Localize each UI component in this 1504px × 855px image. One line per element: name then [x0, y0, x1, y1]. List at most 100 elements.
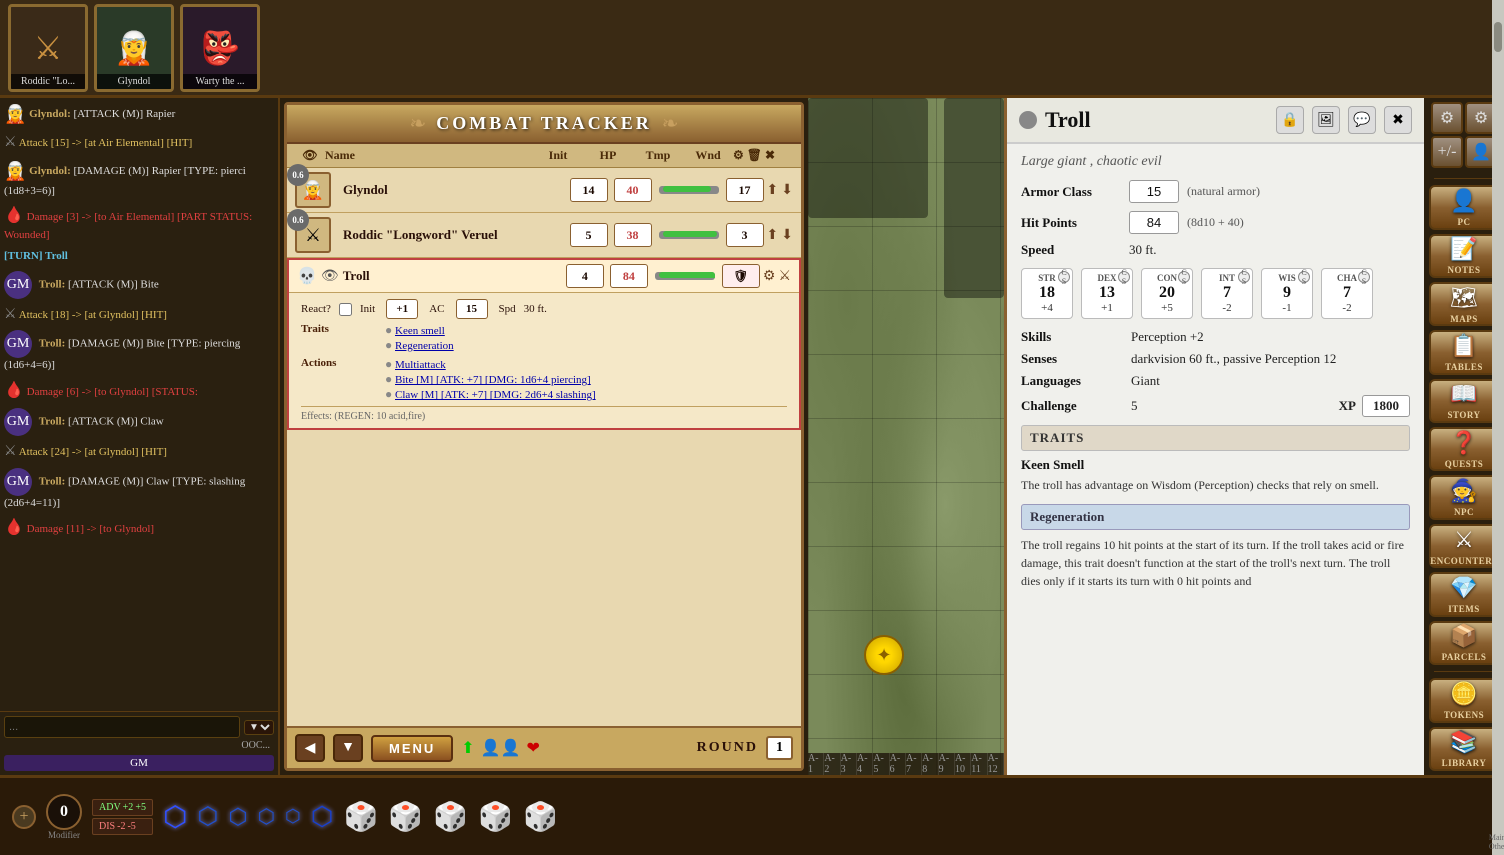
attack-icon[interactable]: ⚔ [778, 268, 791, 285]
add-button[interactable]: + [12, 805, 36, 829]
chat-entry: ⚔ Attack [15] -> [at Air Elemental] [HIT… [4, 133, 274, 153]
sidebar-btn-notes[interactable]: 📝 NOTES [1429, 234, 1499, 278]
combat-tracker: ❧ COMBAT TRACKER ❧ 👁 Name Init HP Tmp Wn… [284, 102, 804, 771]
init-glyndol[interactable]: 14 [570, 178, 608, 202]
regeneration-desc: The troll regains 10 hit points at the s… [1021, 536, 1410, 590]
die-d20[interactable]: ⬡ [163, 800, 187, 834]
trait-regeneration[interactable]: Regeneration [395, 340, 454, 352]
sidebar-btn-maps[interactable]: 🗺 MAPS [1429, 282, 1499, 326]
nav-prev-btn[interactable]: ◀ [295, 734, 325, 762]
story-icon: 📖 [1450, 381, 1477, 407]
battle-map[interactable]: 17 +7 24 2 5 +4 11 🌪 Air Elemental 👹 Tro… [808, 98, 1004, 775]
die-d4[interactable]: ⬡ [311, 802, 334, 832]
wnd-roddic[interactable]: 3 [726, 223, 764, 247]
trait-keen-smell[interactable]: Keen smell [395, 325, 445, 337]
troll-ac-val[interactable]: 15 [456, 299, 488, 319]
chat-input[interactable] [4, 716, 240, 738]
blue-die-3[interactable]: 🎲 [433, 800, 468, 834]
init-troll[interactable]: 4 [566, 264, 604, 288]
str-cs-btn[interactable]: C S [1058, 271, 1070, 283]
menu-button[interactable]: MENU [371, 735, 453, 762]
wnd-troll[interactable]: 🛡 [722, 264, 760, 288]
sidebar-btn-library[interactable]: 📚 LIBRARY [1429, 727, 1499, 771]
move-up-icon[interactable]: ⬆ [767, 182, 779, 199]
wis-cs-btn[interactable]: C S [1298, 271, 1310, 283]
app: ⚔ Roddic "Lo... 🧝 Glyndol 👺 Warty the ..… [0, 0, 1504, 855]
cha-cs-btn[interactable]: C S [1358, 271, 1370, 283]
spd-val: 30 ft. [524, 303, 547, 315]
init-roddic[interactable]: 5 [570, 223, 608, 247]
xp-label: XP [1339, 398, 1356, 414]
sidebar-btn-pc[interactable]: 👤 PC [1429, 185, 1499, 229]
con-cs-btn[interactable]: C S [1178, 271, 1190, 283]
react-checkbox[interactable] [339, 303, 352, 316]
move-down-icon[interactable]: ⬇ [781, 227, 793, 244]
combatant-thumb-roddic[interactable]: ⚔ 0.6 [295, 217, 331, 253]
hp-troll[interactable]: 84 [610, 264, 648, 288]
char-name-glyndol: Glyndol [97, 74, 171, 89]
adv-btn[interactable]: ADV +2 +5 [92, 799, 153, 816]
combatant-row-roddic: ⚔ 0.6 Roddic "Longword" Veruel 5 38 3 ⬆ … [287, 213, 801, 258]
troll-init-val[interactable]: +1 [386, 299, 418, 319]
settings-btn-1[interactable]: ⚙ [1431, 102, 1463, 134]
blue-die-5[interactable]: 🎲 [523, 800, 558, 834]
chat-entry: GM Troll: [ATTACK (M)] Bite [4, 271, 274, 299]
sidebar-btn-parcels[interactable]: 📦 PARCELS [1429, 621, 1499, 665]
close-panel-btn[interactable]: ✖ [1384, 106, 1412, 134]
coord-bar: A-1 A-2 A-3 A-4 A-5 A-6 A-7 A-8 A-9 A-10… [808, 753, 1004, 775]
plus-minus-btn[interactable]: +/- [1431, 136, 1463, 168]
sidebar-btn-quests[interactable]: ❓ QUESTS [1429, 427, 1499, 471]
chat-icon-btn[interactable]: 💬 [1348, 106, 1376, 134]
sidebar-btn-encounters[interactable]: ⚔ ENCOUNTERS [1429, 524, 1499, 568]
blue-die-2[interactable]: 🎲 [388, 800, 423, 834]
eye-icon-troll[interactable]: 👁 [321, 268, 339, 285]
react-label: React? [301, 303, 331, 315]
action-multiattack[interactable]: Multiattack [395, 359, 446, 371]
sidebar-btn-items[interactable]: 💎 ITEMS [1429, 572, 1499, 616]
combatant-thumb-glyndol[interactable]: 🧝 0.6 [295, 172, 331, 208]
combatant-name-glyndol: Glyndol [343, 182, 567, 198]
hp-value[interactable] [1129, 211, 1179, 234]
char-portrait-glyndol[interactable]: 🧝 Glyndol [94, 4, 174, 92]
hp-roddic[interactable]: 38 [614, 223, 652, 247]
move-down-icon[interactable]: ⬇ [781, 182, 793, 199]
config-icon[interactable]: ⚙ [763, 268, 776, 285]
blue-die-1[interactable]: 🎲 [343, 800, 378, 834]
char-name-warty: Warty the ... [183, 74, 257, 89]
portrait-icon[interactable]: 🖼 [1312, 106, 1340, 134]
sidebar-label-items: ITEMS [1448, 604, 1480, 614]
int-cs-btn[interactable]: C S [1238, 271, 1250, 283]
wnd-glyndol[interactable]: 17 [726, 178, 764, 202]
die-d6[interactable]: ⬡ [285, 806, 301, 827]
senses-row: Senses darkvision 60 ft., passive Percep… [1021, 351, 1410, 367]
chat-dropdown[interactable]: ▼ [244, 720, 274, 735]
modifier-value[interactable]: 0 [46, 794, 82, 830]
gold-coin-marker[interactable]: ✦ [864, 635, 904, 675]
blue-die-4[interactable]: 🎲 [478, 800, 513, 834]
sidebar-btn-tokens[interactable]: 🪙 TOKENS [1429, 678, 1499, 722]
round-num[interactable]: 1 [766, 736, 793, 760]
sidebar-btn-story[interactable]: 📖 STORY [1429, 379, 1499, 423]
dex-cs-btn[interactable]: C S [1118, 271, 1130, 283]
lock-icon[interactable]: 🔒 [1276, 106, 1304, 134]
hp-glyndol[interactable]: 40 [614, 178, 652, 202]
speed-label: Speed [1021, 242, 1121, 258]
die-d12[interactable]: ⬡ [197, 802, 218, 831]
hp-bar-roddic [663, 231, 717, 237]
tracker-header: ❧ COMBAT TRACKER ❧ [287, 105, 801, 144]
ac-value[interactable] [1129, 180, 1179, 203]
dis-btn[interactable]: DIS -2 -5 [92, 818, 153, 835]
char-portrait-roddic[interactable]: ⚔ Roddic "Lo... [8, 4, 88, 92]
sidebar-btn-npc[interactable]: 🧙 NPC [1429, 475, 1499, 519]
troll-type: Large giant , chaotic evil [1021, 154, 1410, 170]
action-claw[interactable]: Claw [M] [ATK: +7] [DMG: 2d6+4 slashing] [395, 389, 596, 401]
sidebar-btn-tables[interactable]: 📋 TABLES [1429, 330, 1499, 374]
die-d10[interactable]: ⬡ [228, 804, 247, 830]
nav-down-btn[interactable]: ▼ [333, 734, 363, 762]
troll-panel-name: Troll [1045, 107, 1268, 133]
die-d8[interactable]: ⬡ [258, 804, 275, 829]
move-up-icon[interactable]: ⬆ [767, 227, 779, 244]
action-bite[interactable]: Bite [M] [ATK: +7] [DMG: 1d6+4 piercing] [395, 374, 591, 386]
char-portrait-warty[interactable]: 👺 Warty the ... [180, 4, 260, 92]
speed-value: 30 ft. [1129, 242, 1156, 258]
